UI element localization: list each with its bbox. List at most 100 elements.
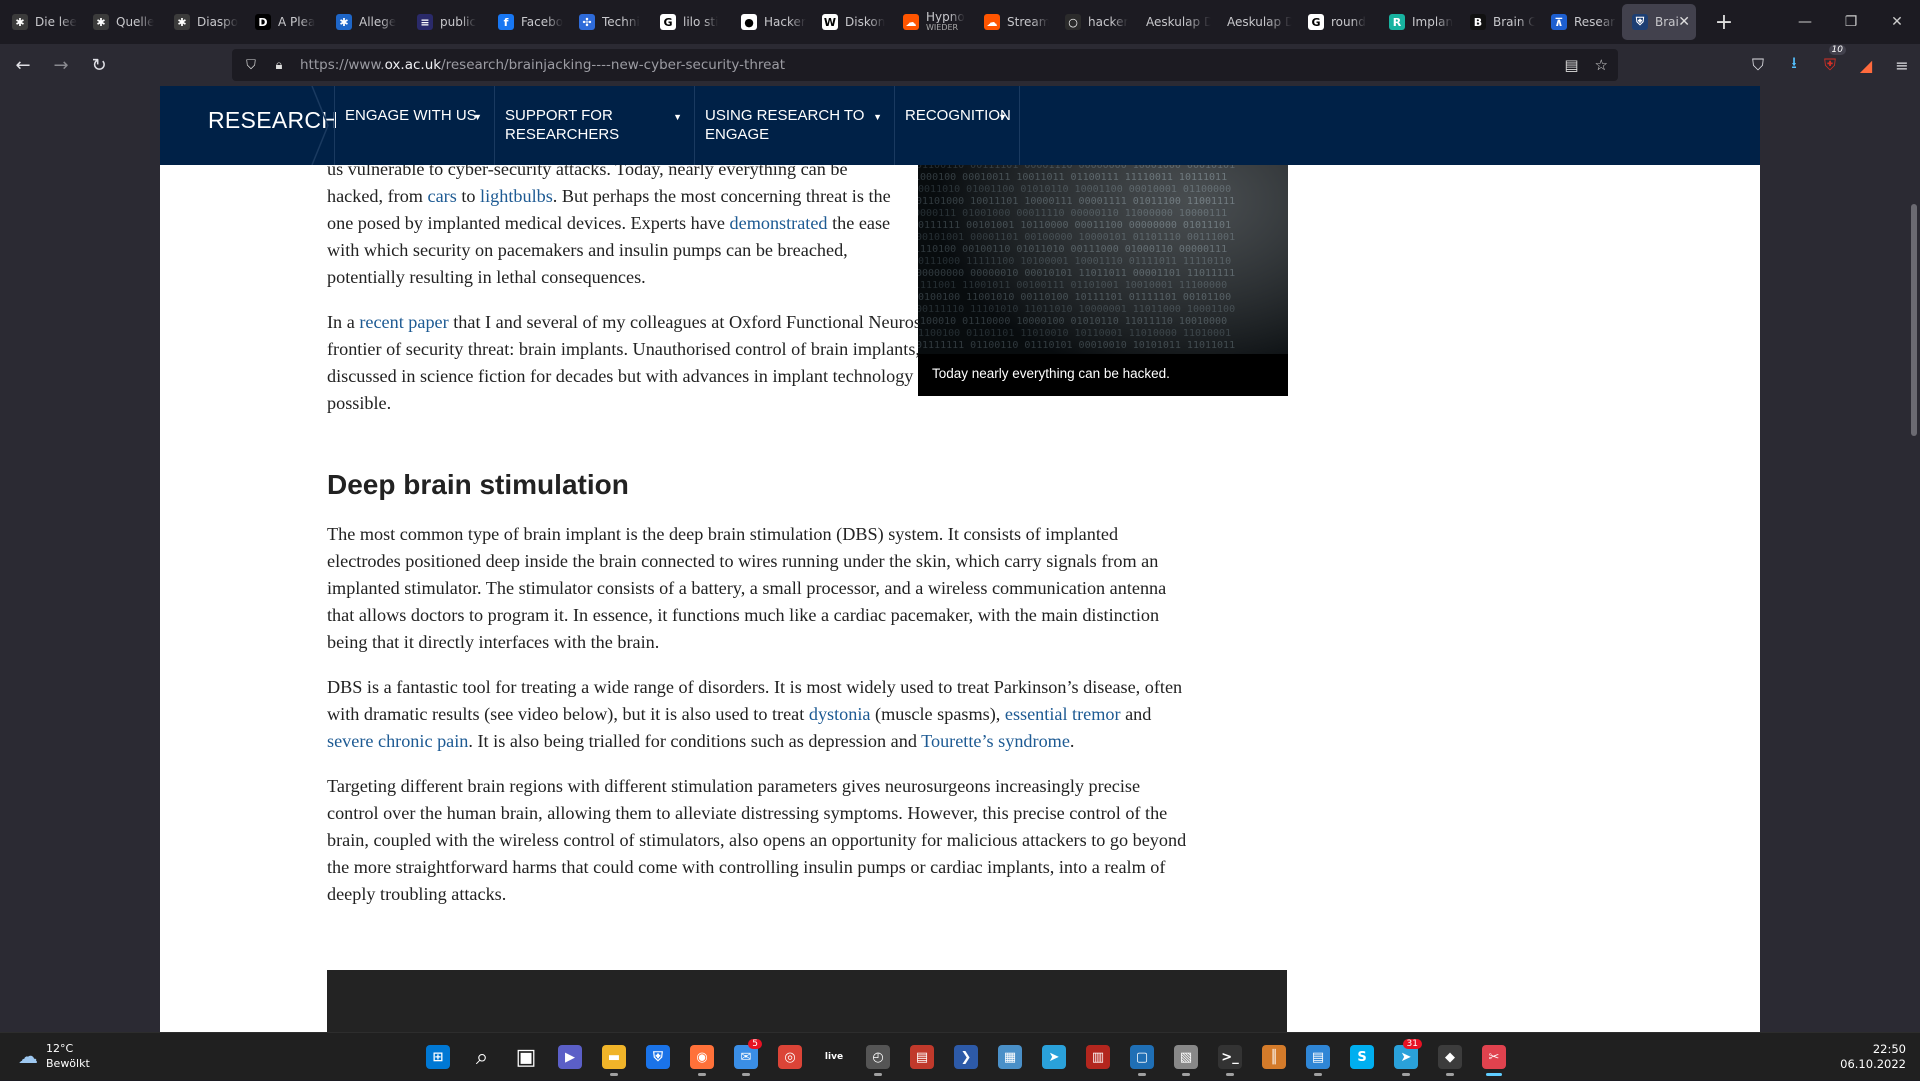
close-window-icon[interactable]: ✕ (1874, 0, 1920, 44)
browser-tab[interactable]: ✱ Allege (326, 4, 407, 40)
browser-tab[interactable]: ○ hacker (1055, 4, 1136, 40)
taskbar-button[interactable]: ◉ (680, 1037, 724, 1077)
browser-tab[interactable]: ☁ Stream (974, 4, 1055, 40)
browser-tab[interactable]: Aeskulap D (1217, 4, 1298, 40)
browser-tab[interactable]: Aeskulap D (1136, 4, 1217, 40)
close-tab-icon[interactable]: ✕ (1678, 14, 1690, 30)
taskbar-button[interactable]: ✂ (1472, 1037, 1516, 1077)
weather-widget[interactable]: ☁ 12°C Bewölkt (18, 1041, 90, 1071)
taskbar-button[interactable]: ▢ (1120, 1037, 1164, 1077)
taskbar-button[interactable]: S (1340, 1037, 1384, 1077)
shield-icon[interactable]: ⛉ (242, 56, 260, 74)
taskbar-button[interactable]: ⌕ (460, 1037, 504, 1077)
link-severe-chronic-pain[interactable]: severe chronic pain (327, 731, 468, 751)
lock-icon[interactable]: 🔒︎ (270, 56, 288, 74)
video-embed[interactable] (327, 970, 1287, 1032)
taskbar-button[interactable]: ◴ (856, 1037, 900, 1077)
browser-tab[interactable]: ≡ public (407, 4, 488, 40)
browser-tab[interactable]: ⊼ Researc (1541, 4, 1622, 40)
browser-tab[interactable]: ✱ Quelle (83, 4, 164, 40)
browser-tab[interactable]: R Implan (1379, 4, 1460, 40)
browser-tab[interactable]: B Brain C (1460, 4, 1541, 40)
taskbar-button[interactable]: ▤ (900, 1037, 944, 1077)
link-demonstrated[interactable]: demonstrated (730, 213, 828, 233)
taskbar-button[interactable]: ➤ (1032, 1037, 1076, 1077)
taskbar-button[interactable]: ▣ (504, 1037, 548, 1077)
taskbar-button[interactable]: ▥ (1076, 1037, 1120, 1077)
address-bar[interactable]: ⛉ 🔒︎ https://www.ox.ac.uk/research/brain… (232, 49, 1618, 81)
running-indicator (1182, 1073, 1190, 1076)
reader-view-icon[interactable]: ▤ (1564, 56, 1578, 74)
site-navigation: RESEARCH ENGAGE WITH US ▼ SUPPORT FOR RES… (160, 86, 1760, 165)
browser-tab[interactable]: W Diskon (812, 4, 893, 40)
taskbar-button[interactable]: ▤ (1296, 1037, 1340, 1077)
library-icon: ║ (1262, 1045, 1286, 1069)
nav-engage-with-us[interactable]: ENGAGE WITH US ▼ (334, 86, 494, 165)
bookmark-star-icon[interactable]: ☆ (1595, 56, 1608, 74)
menu-icon[interactable]: ≡ (1884, 56, 1920, 75)
link-essential-tremor[interactable]: essential tremor (1005, 704, 1121, 724)
downloads-icon[interactable]: ⭳ (1776, 52, 1812, 79)
w-logo-icon: W (822, 14, 838, 30)
browser-tab[interactable]: ✱ Die lee (2, 4, 83, 40)
browser-tab[interactable]: ✱ Diaspo (164, 4, 245, 40)
taskbar-button[interactable]: ▬ (592, 1037, 636, 1077)
link-lightbulbs[interactable]: lightbulbs (480, 186, 553, 206)
pocket-icon[interactable]: ⛉ (1740, 55, 1776, 75)
running-indicator (874, 1073, 882, 1076)
scrollbar[interactable] (1906, 86, 1920, 1032)
extension-badge: 10 (1828, 45, 1846, 55)
running-indicator (1402, 1073, 1410, 1076)
taskbar-button[interactable]: ❯ (944, 1037, 988, 1077)
system-clock[interactable]: 22:50 06.10.2022 (1840, 1042, 1906, 1072)
taskbar-button[interactable]: >_ (1208, 1037, 1252, 1077)
browser-tab[interactable]: Glilo sti (650, 4, 731, 40)
link-cars[interactable]: cars (428, 186, 457, 206)
back-button[interactable]: ← (4, 49, 42, 81)
nav-using-research-to-engage[interactable]: USING RESEARCH TO ENGAGE ▼ (694, 86, 894, 165)
browser-tab[interactable]: ● Hacker (731, 4, 812, 40)
extension-icon[interactable]: ◢ (1848, 56, 1884, 75)
site-brand[interactable]: RESEARCH (160, 86, 338, 165)
tab-label: Techni (602, 15, 640, 29)
taskbar-button[interactable]: ▧ (1164, 1037, 1208, 1077)
link-dystonia[interactable]: dystonia (809, 704, 871, 724)
browser-tab[interactable]: ⛨ Brain✕ (1622, 4, 1696, 40)
ublock-extension-icon[interactable]: ⛨ 10 (1812, 45, 1848, 75)
taskbar-button[interactable]: ◆ (1428, 1037, 1472, 1077)
section-heading: Deep brain stimulation (327, 469, 629, 500)
minimize-icon[interactable]: — (1782, 0, 1828, 44)
taskbar-button[interactable]: ✉ 5 (724, 1037, 768, 1077)
browser-tab[interactable]: D A Plea (245, 4, 326, 40)
notification-badge: 31 (1402, 1039, 1422, 1049)
taskbar-button[interactable]: ⛨ (636, 1037, 680, 1077)
taskbar-button[interactable]: ▶ (548, 1037, 592, 1077)
scrollbar-thumb[interactable] (1911, 204, 1917, 436)
r-logo-icon: R (1389, 14, 1405, 30)
taskbar-button[interactable]: ◎ (768, 1037, 812, 1077)
restore-icon[interactable]: ❐ (1828, 0, 1874, 44)
nav-support-for-researchers[interactable]: SUPPORT FOR RESEARCHERS ▼ (494, 86, 694, 165)
web-page: us vulnerable to cyber-security attacks.… (160, 86, 1760, 1032)
running-indicator (1138, 1073, 1146, 1076)
browser-tab[interactable]: ☁ Hypno WIEDER (893, 4, 974, 40)
reload-button[interactable]: ↻ (80, 49, 118, 81)
browser-tab[interactable]: Ground (1298, 4, 1379, 40)
taskbar-button[interactable]: live (812, 1037, 856, 1077)
tab-label: Quelle (116, 15, 155, 29)
browser-tab[interactable]: f Facebo (488, 4, 569, 40)
nav-recognition[interactable]: RECOGNITION ▼ (894, 86, 1020, 165)
tab-list: ✱ Die lee ✱ Quelle ✱ Diaspo D A Plea ✱ Allege ≡ pub… (0, 0, 1696, 44)
forward-button[interactable]: → (42, 49, 80, 81)
taskbar-button[interactable]: ▦ (988, 1037, 1032, 1077)
taskbar-button[interactable]: ║ (1252, 1037, 1296, 1077)
link-tourettes-syndrome[interactable]: Tourette’s syndrome (921, 731, 1070, 751)
notes-icon: ▤ (1306, 1045, 1330, 1069)
new-tab-button[interactable]: + (1710, 10, 1738, 35)
browser-tab[interactable]: ✣ Techni (569, 4, 650, 40)
link-recent-paper[interactable]: recent paper (359, 312, 448, 332)
binary-code-image: 01000101 10011000 10100011 00100110 0100… (918, 136, 1288, 396)
url-text[interactable]: https://www.ox.ac.uk/research/brainjacki… (300, 57, 785, 73)
taskbar-button[interactable]: ⊞ (416, 1037, 460, 1077)
taskbar-button[interactable]: ➤ 31 (1384, 1037, 1428, 1077)
